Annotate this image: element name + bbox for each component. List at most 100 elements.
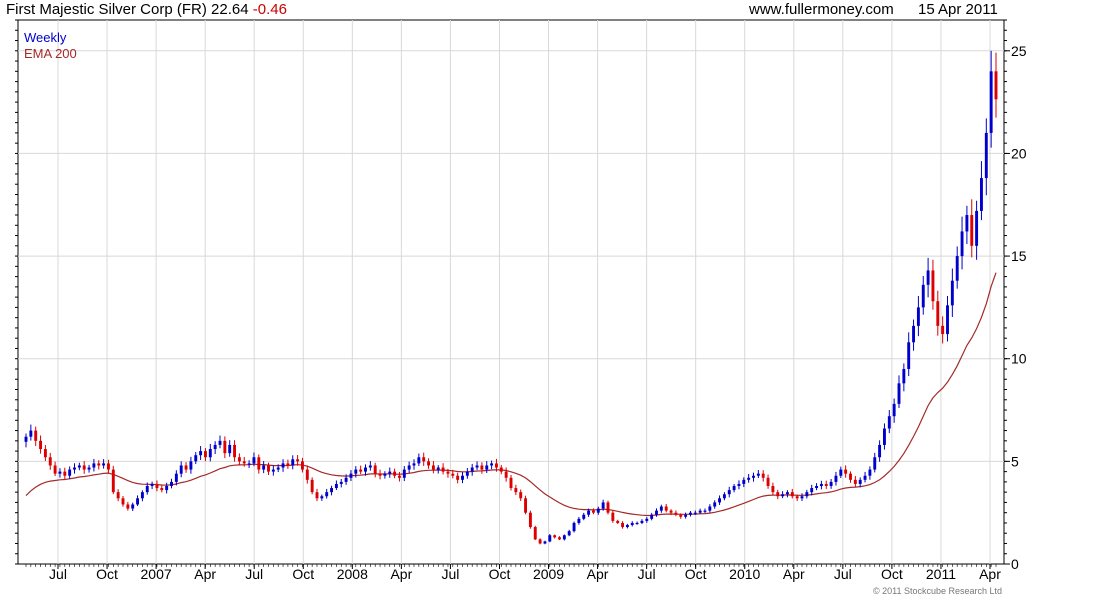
candle-body [271,469,275,472]
candle-body [679,514,683,517]
candle-body [208,449,212,458]
candle-body [989,71,993,133]
candle-body [179,465,183,474]
candle-body [121,498,125,505]
candle-body [528,512,532,528]
candle-body [698,510,702,513]
candle-body [509,477,513,489]
candle-body [926,270,930,285]
candle-body [213,444,217,450]
candle-body [960,231,964,257]
candle-body [795,496,799,499]
candle-body [742,479,746,484]
candle-body [480,465,484,470]
candle-body [475,465,479,468]
candle-body [553,535,557,538]
candle-body [131,504,135,509]
candle-body [325,492,329,497]
candle-body [281,463,285,468]
candle-body [732,485,736,491]
candle-body [703,510,707,512]
candle-body [407,465,411,470]
candle-body [756,473,760,476]
candle-body [199,451,203,456]
candle-body [300,461,304,470]
x-tick-label: Jul [49,566,67,582]
legend-ema-200: EMA 200 [24,46,77,61]
candle-body [752,475,755,478]
candle-body [334,483,338,489]
candle-body [465,471,469,476]
candle-body [897,383,901,404]
candle-body [68,469,72,476]
candle-body [810,488,814,493]
candle-body [310,479,314,493]
candle-body [596,508,600,513]
candle-body [834,475,838,482]
candle-body [24,436,28,442]
candle-body [160,488,164,491]
candle-body [601,502,605,509]
candle-body [349,473,353,478]
candle-body [878,444,882,458]
candle-body [873,457,877,470]
x-tick-label: Apr [587,566,609,582]
candle-body [519,492,523,499]
candle-body [490,463,494,466]
candle-body [829,481,833,486]
candle-body [116,492,120,499]
candle-body [77,465,81,468]
candle-body [650,514,654,519]
candle-body [640,520,644,523]
candle-body [785,492,789,495]
candle-body [907,342,911,369]
candle-body [262,465,266,470]
candle-body [165,485,169,491]
candle-body [558,537,561,540]
candle-body [655,510,658,515]
candle-body [979,178,983,211]
candle-body [393,471,397,476]
candle-body [931,270,935,302]
candle-body [136,498,140,505]
candle-body [916,307,920,326]
x-tick-label: Apr [194,566,216,582]
candle-body [189,461,193,470]
copyright-notice: © 2011 Stockcube Research Ltd [873,586,1003,596]
candle-body [422,457,426,462]
candle-body [106,463,110,470]
candle-body [286,463,290,466]
candle-body [82,465,86,470]
candle-body [625,524,629,528]
x-tick-label: 2007 [141,566,172,582]
candle-body [237,457,241,462]
candle-body [315,492,319,499]
candle-body [339,481,343,484]
candle-body [150,483,154,486]
candle-body [223,440,227,454]
candle-body [378,473,382,476]
candle-body [771,485,775,493]
candle-body [145,485,149,493]
candle-body [844,469,848,474]
candle-body [611,512,615,521]
candle-body [936,301,940,326]
candle-body [572,522,576,532]
candle-body [305,469,309,480]
x-tick-label: 2010 [729,566,760,582]
candle-body [194,455,198,462]
candle-body [902,368,906,384]
candle-body [718,498,722,503]
x-tick-label: Oct [685,566,707,582]
candle-body [863,475,867,480]
candle-body [524,498,528,513]
candle-body [562,535,566,540]
candle-body [892,403,896,417]
candle-body [621,522,625,528]
candle-body [645,518,649,521]
candle-body [402,469,406,478]
candle-body [383,473,387,476]
candle-body [29,430,33,437]
candle-body [461,475,464,480]
y-tick-label: 0 [1011,556,1019,572]
